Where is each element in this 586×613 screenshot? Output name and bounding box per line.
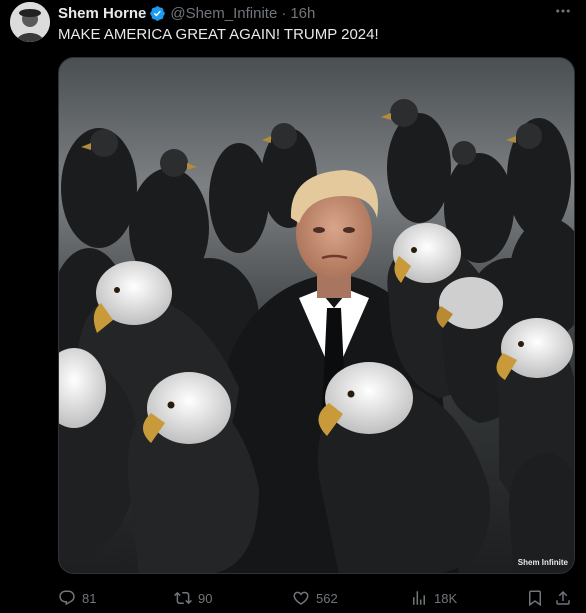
- display-name[interactable]: Shem Horne: [58, 5, 146, 22]
- retweet-icon: [174, 591, 192, 605]
- reply-count: 81: [82, 590, 97, 606]
- retweet-button[interactable]: 90: [174, 587, 212, 609]
- more-options-icon[interactable]: [554, 2, 572, 24]
- views-button[interactable]: 18K: [410, 587, 457, 609]
- share-button[interactable]: [554, 587, 578, 609]
- verified-badge-icon: [149, 5, 166, 22]
- timestamp[interactable]: 16h: [290, 5, 315, 22]
- like-button[interactable]: 562: [292, 587, 338, 609]
- view-count: 18K: [434, 590, 458, 606]
- tweet-header: Shem Horne @Shem_Infinite · 16h: [58, 3, 315, 23]
- heart-icon: [293, 591, 309, 605]
- bookmark-button[interactable]: [526, 587, 550, 609]
- like-count: 562: [316, 590, 338, 606]
- avatar[interactable]: [10, 2, 50, 42]
- retweet-count: 90: [198, 590, 213, 606]
- handle[interactable]: @Shem_Infinite: [170, 5, 277, 22]
- tweet: Shem Horne @Shem_Infinite · 16h MAKE AME…: [0, 0, 586, 613]
- separator-dot: ·: [281, 4, 287, 22]
- image-watermark: Shem Infinite: [517, 558, 568, 567]
- share-icon: [556, 590, 570, 605]
- reply-icon: [59, 590, 75, 606]
- tweet-text: MAKE AMERICA GREAT AGAIN! TRUMP 2024!: [58, 26, 379, 43]
- bookmark-icon: [529, 590, 541, 607]
- tweet-actions: 81 90 562 18K: [58, 587, 575, 609]
- reply-button[interactable]: 81: [58, 587, 96, 609]
- tweet-image[interactable]: Shem Infinite: [58, 57, 575, 574]
- views-bar-chart-icon: [413, 591, 425, 605]
